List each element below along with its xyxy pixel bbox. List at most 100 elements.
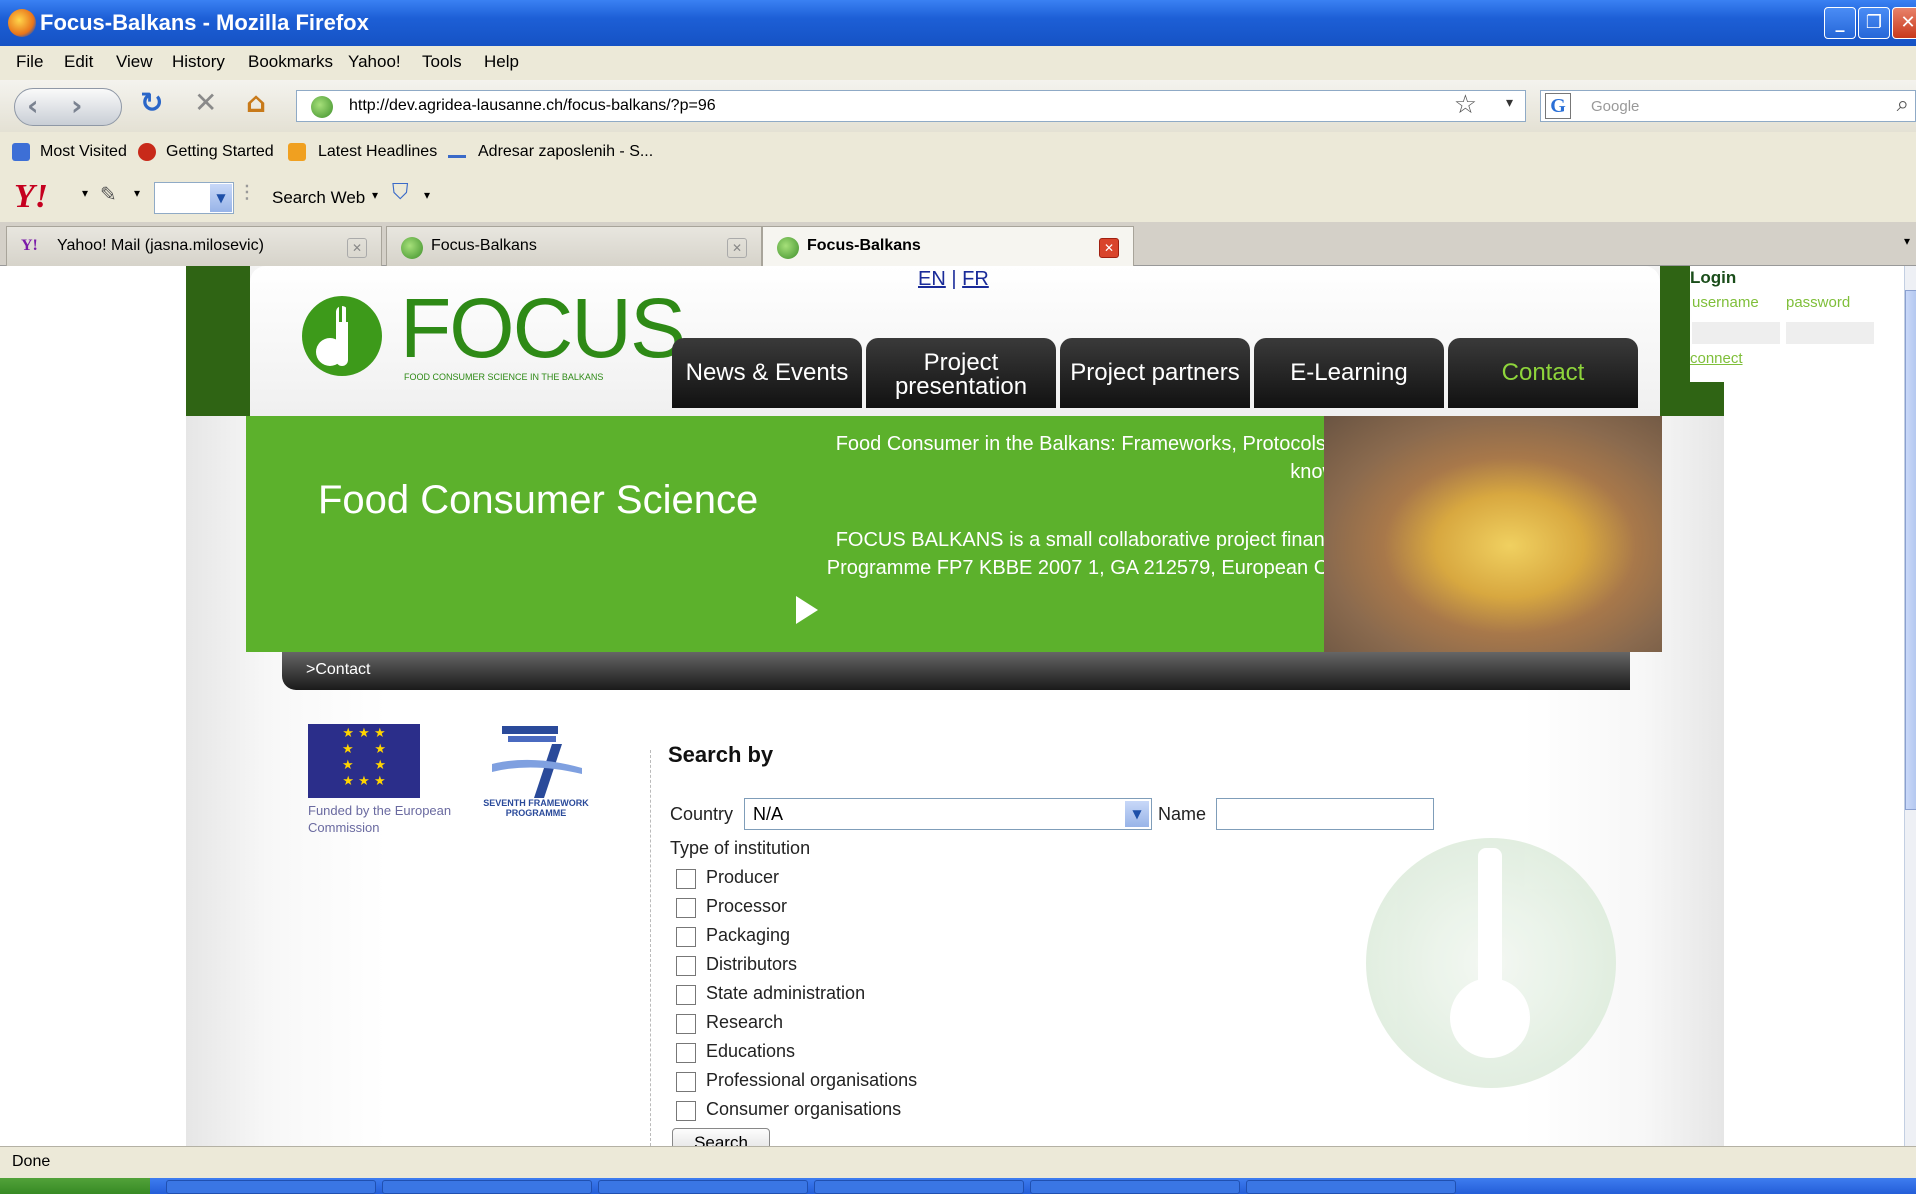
reload-icon[interactable]: ↻ bbox=[140, 86, 163, 119]
nav-project-partners[interactable]: Project partners bbox=[1060, 338, 1250, 408]
vertical-scrollbar[interactable] bbox=[1904, 266, 1916, 1146]
play-icon[interactable] bbox=[796, 596, 818, 624]
checkbox[interactable] bbox=[676, 927, 696, 947]
search-button[interactable]: Search bbox=[672, 1128, 770, 1146]
checkbox[interactable] bbox=[676, 898, 696, 918]
lang-fr-link[interactable]: FR bbox=[962, 268, 989, 290]
focus-logo-icon[interactable] bbox=[302, 296, 382, 376]
menu-yahoo[interactable]: Yahoo! bbox=[348, 52, 401, 72]
pencil-menu-arrow-icon[interactable]: ▾ bbox=[134, 186, 140, 200]
bookmark-adresar[interactable]: Adresar zaposlenih - S... bbox=[478, 143, 653, 161]
checkbox-label: State administration bbox=[706, 983, 866, 1003]
lang-en-link[interactable]: EN bbox=[918, 268, 946, 290]
search-icon[interactable]: ⌕ bbox=[1897, 92, 1909, 117]
firefox-icon bbox=[8, 9, 36, 37]
tab-close-icon[interactable]: ✕ bbox=[347, 238, 367, 258]
menu-file[interactable]: File bbox=[16, 52, 43, 72]
menu-tools[interactable]: Tools bbox=[422, 52, 462, 72]
search-web-arrow-icon[interactable]: ▾ bbox=[372, 188, 378, 202]
tab-label: Yahoo! Mail (jasna.milosevic) bbox=[57, 237, 264, 254]
checkbox[interactable] bbox=[676, 1101, 696, 1121]
name-label: Name bbox=[1158, 804, 1207, 824]
hero-banner: Food Consumer Science Food Consumer in t… bbox=[246, 416, 1662, 652]
tab-close-icon[interactable]: ✕ bbox=[1099, 238, 1119, 258]
connect-link[interactable]: connect bbox=[1690, 350, 1743, 367]
tab-focus-balkans-active[interactable]: Focus-Balkans ✕ bbox=[762, 226, 1134, 267]
pencil-icon[interactable]: ✎ bbox=[100, 182, 117, 206]
login-title: Login bbox=[1690, 268, 1737, 287]
header-side-left bbox=[186, 266, 250, 416]
tab-focus-balkans[interactable]: Focus-Balkans ✕ bbox=[386, 226, 762, 266]
bookmark-latest-headlines[interactable]: Latest Headlines bbox=[318, 143, 437, 161]
title-bar: Focus-Balkans - Mozilla Firefox _ ❐ ✕ bbox=[0, 0, 1916, 46]
back-icon[interactable]: ‹ bbox=[27, 89, 39, 122]
institution-type-label: Type of institution bbox=[670, 838, 811, 858]
search-web-button[interactable]: Search Web bbox=[272, 188, 365, 208]
checkbox[interactable] bbox=[676, 956, 696, 976]
taskbar-item[interactable] bbox=[598, 1180, 808, 1194]
close-button[interactable]: ✕ bbox=[1892, 7, 1916, 39]
taskbar-item[interactable] bbox=[1030, 1180, 1240, 1194]
home-icon[interactable]: ⌂ bbox=[246, 86, 266, 119]
tab-close-icon[interactable]: ✕ bbox=[727, 238, 747, 258]
scrollbar-thumb[interactable] bbox=[1905, 290, 1916, 810]
minimize-button[interactable]: _ bbox=[1824, 7, 1856, 39]
checkbox[interactable] bbox=[676, 1043, 696, 1063]
start-button[interactable] bbox=[0, 1178, 150, 1194]
eu-flag-logo: ★ ★ ★ ★ ★ ★ ★ ★ ★ ★ bbox=[308, 724, 420, 798]
nav-contact[interactable]: Contact bbox=[1448, 338, 1638, 408]
yahoo-search-combo[interactable]: ▼ bbox=[154, 182, 234, 214]
country-value: N/A bbox=[753, 804, 784, 824]
shield-icon[interactable]: ⛉ bbox=[392, 180, 409, 205]
shield-arrow-icon[interactable]: ▾ bbox=[424, 188, 430, 202]
site-logo-text[interactable]: FOCUS bbox=[400, 280, 686, 377]
bookmark-star-icon[interactable]: ☆ bbox=[1454, 90, 1477, 120]
breadcrumb[interactable]: >Contact bbox=[306, 661, 370, 679]
status-bar: Done bbox=[0, 1146, 1916, 1178]
bookmark-most-visited[interactable]: Most Visited bbox=[40, 143, 127, 161]
checkbox[interactable] bbox=[676, 985, 696, 1005]
checkbox-label: Distributors bbox=[706, 954, 798, 974]
nav-news-events[interactable]: News & Events bbox=[672, 338, 862, 408]
bookmark-getting-started[interactable]: Getting Started bbox=[166, 143, 274, 161]
yahoo-toolbar: Y! ▾ ✎ ▾ ▼ ⫶ Search Web ▾ ⛉ ▾ bbox=[0, 174, 1916, 222]
nav-e-learning[interactable]: E-Learning bbox=[1254, 338, 1444, 408]
username-input[interactable] bbox=[1692, 322, 1780, 344]
menu-bookmarks[interactable]: Bookmarks bbox=[248, 52, 333, 72]
chevron-down-icon[interactable]: ▼ bbox=[1125, 801, 1149, 827]
nav-project-presentation[interactable]: Project presentation bbox=[866, 338, 1056, 408]
url-bar[interactable]: http://dev.agridea-lausanne.ch/focus-bal… bbox=[296, 90, 1526, 122]
menu-view[interactable]: View bbox=[116, 52, 153, 72]
site-logo-subtitle: FOOD CONSUMER SCIENCE IN THE BALKANS bbox=[404, 372, 604, 382]
taskbar-item[interactable] bbox=[1246, 1180, 1456, 1194]
yahoo-logo[interactable]: Y! bbox=[14, 178, 48, 216]
tab-label: Focus-Balkans bbox=[431, 237, 537, 254]
resize-handle-icon[interactable]: ⫶ bbox=[244, 182, 250, 207]
menu-help[interactable]: Help bbox=[484, 52, 519, 72]
menu-history[interactable]: History bbox=[172, 52, 225, 72]
url-dropdown-icon[interactable]: ▾ bbox=[1506, 95, 1513, 111]
password-input[interactable] bbox=[1786, 322, 1874, 344]
menu-edit[interactable]: Edit bbox=[64, 52, 93, 72]
combo-dropdown-icon[interactable]: ▼ bbox=[210, 184, 232, 212]
tab-list-arrow-icon[interactable]: ▾ bbox=[1904, 234, 1910, 248]
forward-icon[interactable]: › bbox=[71, 89, 83, 122]
checkbox[interactable] bbox=[676, 1072, 696, 1092]
search-box[interactable]: G Google ⌕ bbox=[1540, 90, 1916, 122]
checkbox[interactable] bbox=[676, 869, 696, 889]
tab-yahoo-mail[interactable]: Y! Yahoo! Mail (jasna.milosevic) ✕ bbox=[6, 226, 382, 266]
status-text: Done bbox=[12, 1153, 51, 1170]
yahoo-menu-arrow-icon[interactable]: ▾ bbox=[82, 186, 88, 200]
taskbar-item[interactable] bbox=[382, 1180, 592, 1194]
country-select[interactable]: N/A ▼ bbox=[744, 798, 1152, 830]
google-icon[interactable]: G bbox=[1545, 93, 1571, 119]
taskbar-item[interactable] bbox=[814, 1180, 1024, 1194]
stop-icon[interactable]: ✕ bbox=[194, 86, 217, 119]
url-text[interactable]: http://dev.agridea-lausanne.ch/focus-bal… bbox=[349, 97, 716, 115]
site-icon bbox=[401, 237, 423, 259]
taskbar-item[interactable] bbox=[166, 1180, 376, 1194]
fp7-caption: SEVENTH FRAMEWORK PROGRAMME bbox=[483, 798, 589, 818]
checkbox[interactable] bbox=[676, 1014, 696, 1034]
restore-button[interactable]: ❐ bbox=[1858, 7, 1890, 39]
name-input[interactable] bbox=[1216, 798, 1434, 830]
